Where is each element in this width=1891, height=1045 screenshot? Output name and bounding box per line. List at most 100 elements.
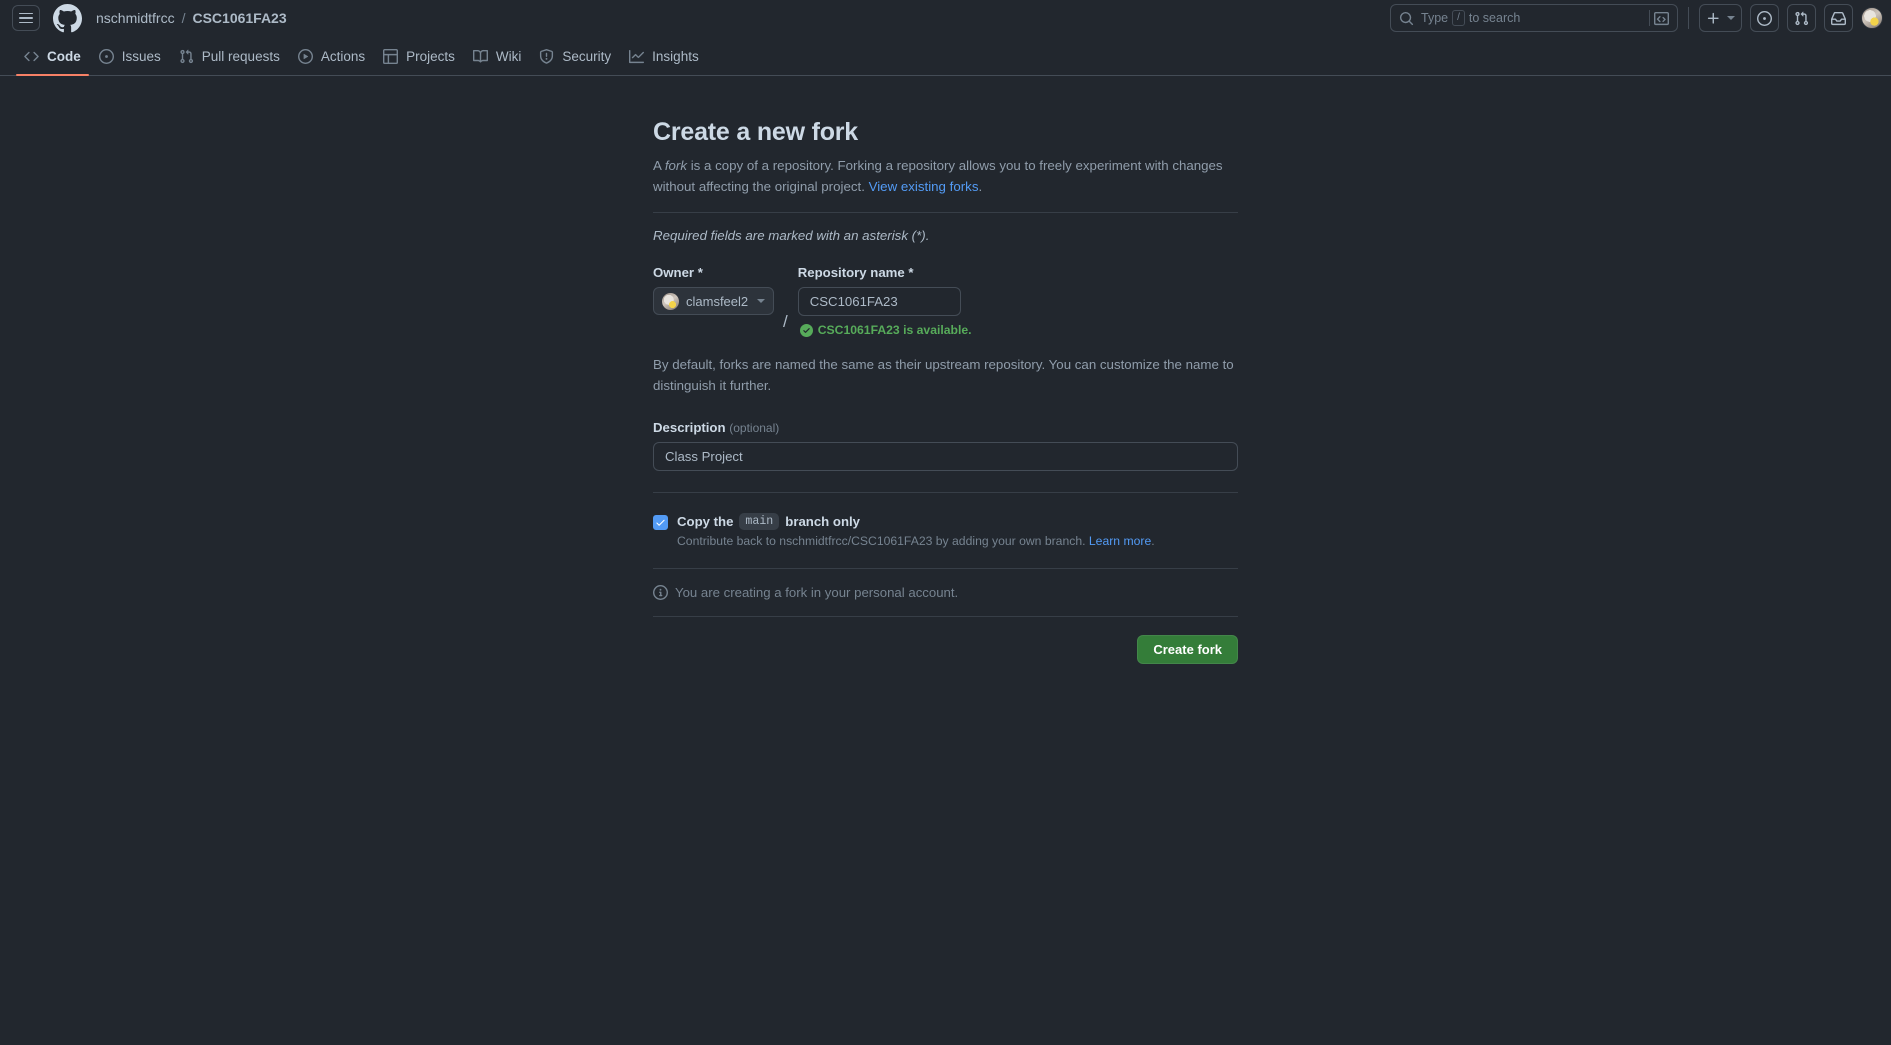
copy-branch-subtext: Contribute back to nschmidtfrcc/CSC1061F…: [677, 534, 1238, 548]
required-fields-note: Required fields are marked with an aster…: [653, 228, 930, 244]
owner-selected-value: clamsfeel2: [686, 293, 749, 309]
naming-note: By default, forks are named the same as …: [653, 357, 1234, 393]
info-icon: [653, 585, 668, 601]
header-divider: [1688, 7, 1689, 29]
hamburger-icon[interactable]: [12, 5, 40, 31]
global-header: nschmidtfrcc / CSC1061FA23 Type / to sea…: [0, 0, 1891, 36]
shield-icon: [539, 48, 554, 64]
personal-account-note-text: You are creating a fork in your personal…: [675, 585, 959, 601]
terminal-icon[interactable]: [1654, 11, 1669, 26]
chevron-down-icon: [757, 299, 766, 304]
divider-middle: [653, 492, 1238, 494]
repository-name-field: Repository name * CSC1061FA23 is availab…: [797, 265, 972, 338]
owner-repo-row: Owner * clamsfeel2 / Repository name * C…: [653, 265, 1238, 337]
create-new-button[interactable]: [1699, 4, 1742, 32]
nav-item-actions[interactable]: Actions: [290, 36, 373, 75]
chevron-down-icon: [1727, 16, 1735, 20]
search-placeholder: Type / to search: [1421, 10, 1649, 26]
git-pull-request-icon: [1795, 11, 1809, 25]
description-label: Description (optional): [653, 420, 1238, 435]
branch-name-chip: main: [739, 513, 780, 531]
breadcrumb-owner[interactable]: nschmidtfrcc: [96, 10, 175, 26]
code-icon: [24, 49, 39, 64]
search-placeholder-suffix: to search: [1468, 11, 1521, 25]
copy-branch-label-suffix: branch only: [785, 514, 861, 530]
issues-button[interactable]: [1750, 4, 1779, 32]
nav-label-code: Code: [47, 48, 81, 64]
copy-branch-row: Copy the main branch only: [653, 513, 1238, 531]
copy-branch-checkbox[interactable]: [653, 515, 668, 531]
description-optional-text: (optional): [729, 421, 780, 436]
nav-label-security: Security: [562, 48, 612, 64]
breadcrumb-repo[interactable]: CSC1061FA23: [192, 10, 286, 26]
repository-name-input[interactable]: [797, 287, 961, 317]
copy-branch-subtext-text: Contribute back to nschmidtfrcc/CSC1061F…: [677, 534, 1086, 549]
search-icon: [1399, 11, 1414, 26]
breadcrumb-separator: /: [181, 10, 186, 26]
nav-item-pull-requests[interactable]: Pull requests: [171, 36, 288, 75]
git-pull-request-icon: [179, 49, 194, 64]
owner-repo-separator: /: [783, 312, 788, 332]
copy-branch-section: Copy the main branch only Contribute bac…: [653, 513, 1238, 548]
nav-item-code[interactable]: Code: [16, 36, 89, 76]
learn-more-link[interactable]: Learn more: [1089, 534, 1151, 548]
search-slash-key: /: [1452, 10, 1465, 26]
description-field: Description (optional): [653, 420, 1238, 472]
nav-item-projects[interactable]: Projects: [375, 36, 463, 75]
divider-bottom: [653, 616, 1238, 618]
form-actions: Create fork: [653, 635, 1238, 665]
availability-text: CSC1061FA23 is available.: [817, 323, 972, 338]
copy-branch-subtext-period: .: [1151, 534, 1155, 549]
nav-label-pull-requests: Pull requests: [201, 48, 280, 64]
page-title: Create a new fork: [653, 118, 859, 146]
availability-message: CSC1061FA23 is available.: [799, 323, 972, 338]
lead-part-1: A: [653, 158, 665, 173]
lead-italic-fork: fork: [664, 158, 688, 173]
copy-branch-label[interactable]: Copy the main branch only: [677, 513, 861, 531]
nav-item-security[interactable]: Security: [531, 36, 619, 75]
nav-item-wiki[interactable]: Wiki: [465, 36, 530, 75]
lead-period: .: [978, 178, 983, 194]
search-input[interactable]: Type / to search: [1390, 4, 1678, 32]
breadcrumb: nschmidtfrcc / CSC1061FA23: [96, 10, 287, 26]
owner-avatar-icon: [662, 292, 679, 310]
table-icon: [383, 48, 399, 64]
inbox-button[interactable]: [1824, 4, 1853, 32]
issue-opened-icon: [98, 48, 114, 64]
view-existing-forks-link[interactable]: View existing forks: [869, 179, 979, 194]
create-fork-form: Create a new fork A fork is a copy of a …: [653, 118, 1238, 665]
play-icon: [297, 48, 313, 64]
header-actions: Type / to search: [1390, 0, 1883, 36]
repository-name-label: Repository name *: [797, 265, 914, 281]
owner-select[interactable]: clamsfeel2: [653, 287, 775, 316]
copy-branch-label-prefix: Copy the: [677, 514, 734, 530]
check-icon: [656, 520, 665, 527]
nav-label-actions: Actions: [320, 48, 366, 64]
search-placeholder-prefix: Type: [1421, 11, 1449, 25]
description-input[interactable]: [653, 442, 1238, 472]
issue-opened-icon: [1757, 10, 1772, 26]
check-circle-icon: [799, 323, 813, 337]
nav-label-projects: Projects: [406, 48, 455, 64]
search-divider: [1649, 10, 1650, 26]
nav-label-wiki: Wiki: [495, 48, 522, 64]
nav-label-insights: Insights: [652, 48, 699, 64]
nav-label-issues: Issues: [121, 48, 161, 64]
fork-description-text: A fork is a copy of a repository. Forkin…: [653, 156, 1238, 197]
pull-requests-button[interactable]: [1787, 4, 1816, 32]
owner-label: Owner *: [653, 265, 703, 281]
owner-field: Owner * clamsfeel2: [653, 265, 775, 316]
graph-icon: [629, 49, 645, 64]
divider-top: [653, 212, 1238, 214]
description-label-text: Description: [653, 420, 726, 436]
book-icon: [472, 49, 488, 64]
divider-lower: [653, 568, 1238, 570]
github-logo-icon[interactable]: [53, 3, 82, 33]
personal-account-note: You are creating a fork in your personal…: [653, 585, 1238, 601]
create-fork-button[interactable]: Create fork: [1137, 635, 1238, 665]
user-avatar[interactable]: [1861, 7, 1883, 29]
nav-item-issues[interactable]: Issues: [91, 36, 169, 75]
inbox-icon: [1831, 11, 1846, 25]
plus-icon: [1707, 12, 1719, 24]
nav-item-insights[interactable]: Insights: [621, 36, 707, 75]
